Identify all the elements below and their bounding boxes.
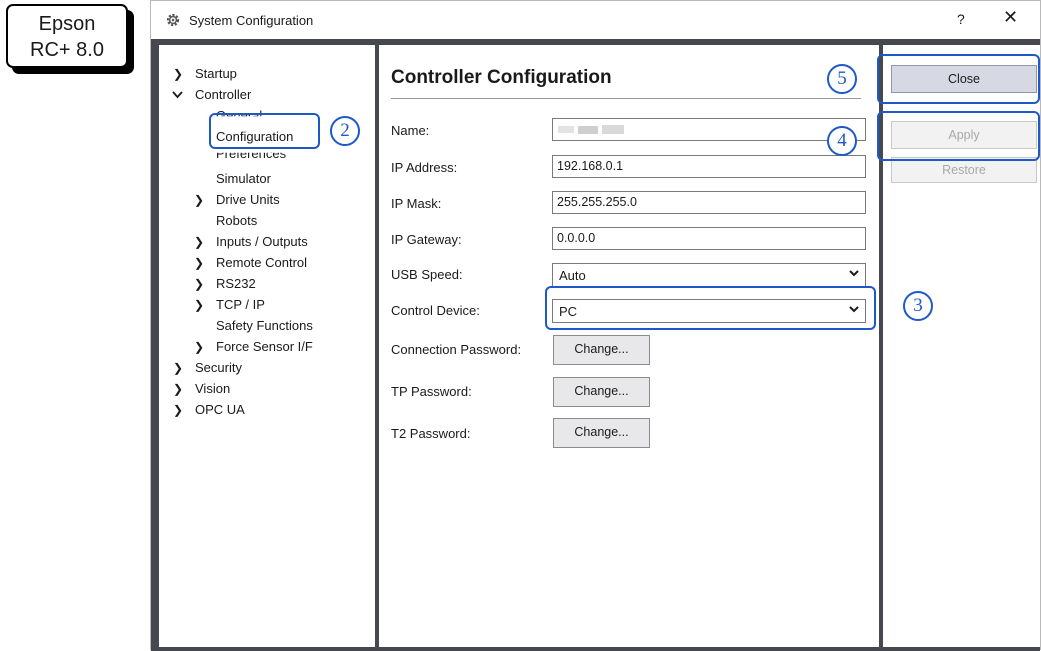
callout-highlight-control-device	[545, 286, 876, 330]
gear-icon	[166, 13, 180, 27]
tree-item-force-sensor[interactable]: Force Sensor I/F	[216, 339, 313, 354]
ip-address-label: IP Address:	[391, 160, 458, 175]
ip-gateway-field[interactable]: 0.0.0.0	[552, 227, 866, 250]
tp-password-label: TP Password:	[391, 384, 472, 399]
control-device-label: Control Device:	[391, 303, 480, 318]
chevron-down-icon[interactable]	[172, 91, 183, 99]
tree-item-vision[interactable]: Vision	[195, 381, 230, 396]
window-title: System Configuration	[189, 13, 314, 28]
callout-highlight-close	[877, 54, 1040, 104]
tree-item-controller[interactable]: Controller	[195, 87, 251, 102]
change-connection-password-button[interactable]: Change...	[553, 335, 650, 365]
tree-item-remote-control[interactable]: Remote Control	[216, 255, 307, 270]
tree-item-rs232[interactable]: RS232	[216, 276, 256, 291]
tree-item-safety-functions[interactable]: Safety Functions	[216, 318, 313, 333]
tree-item-startup[interactable]: Startup	[195, 66, 237, 81]
heading-divider	[391, 98, 861, 99]
chevron-right-icon[interactable]: ❯	[194, 235, 204, 249]
connection-password-label: Connection Password:	[391, 342, 522, 357]
tree-item-robots[interactable]: Robots	[216, 213, 257, 228]
callout-number-3: 3	[903, 291, 933, 321]
usb-speed-label: USB Speed:	[391, 267, 463, 282]
title-bar: System Configuration ? ✕	[151, 1, 1040, 39]
badge-line-2: RC+ 8.0	[30, 39, 104, 61]
controller-configuration-panel: Controller Configuration Name: IP Addres…	[379, 45, 879, 647]
usb-speed-select[interactable]: Auto	[552, 263, 866, 287]
chevron-right-icon[interactable]: ❯	[194, 256, 204, 270]
chevron-down-icon	[849, 270, 859, 277]
tree-item-simulator[interactable]: Simulator	[216, 171, 271, 186]
callout-highlight-configuration	[209, 113, 320, 149]
callout-number-5: 5	[827, 64, 857, 94]
callout-highlight-apply	[877, 111, 1040, 161]
blurred-name-value	[558, 126, 574, 133]
tree-item-inputs-outputs[interactable]: Inputs / Outputs	[216, 234, 308, 249]
chevron-right-icon[interactable]: ❯	[173, 403, 183, 417]
chevron-right-icon[interactable]: ❯	[194, 193, 204, 207]
change-t2-password-button[interactable]: Change...	[553, 418, 650, 448]
page-title: Controller Configuration	[391, 67, 612, 88]
ip-mask-label: IP Mask:	[391, 196, 442, 211]
change-tp-password-button[interactable]: Change...	[553, 377, 650, 407]
name-field[interactable]	[552, 118, 866, 141]
ip-gateway-label: IP Gateway:	[391, 232, 462, 247]
chevron-right-icon[interactable]: ❯	[173, 67, 183, 81]
name-label: Name:	[391, 123, 430, 138]
chevron-right-icon[interactable]: ❯	[173, 382, 183, 396]
ip-address-field[interactable]: 192.168.0.1	[552, 155, 866, 178]
usb-speed-value: Auto	[559, 268, 586, 283]
ip-mask-field[interactable]: 255.255.255.0	[552, 191, 866, 214]
blurred-name-value-part	[578, 126, 598, 134]
tree-item-security[interactable]: Security	[195, 360, 242, 375]
tree-item-tcp-ip[interactable]: TCP / IP	[216, 297, 265, 312]
badge-line-1: Epson	[38, 13, 96, 35]
tree-item-drive-units[interactable]: Drive Units	[216, 192, 280, 207]
epson-version-badge: Epson RC+ 8.0	[6, 4, 128, 68]
tree-item-opc-ua[interactable]: OPC UA	[195, 402, 245, 417]
callout-number-2: 2	[330, 116, 360, 146]
chevron-right-icon[interactable]: ❯	[194, 298, 204, 312]
callout-number-4: 4	[827, 126, 857, 156]
chevron-right-icon[interactable]: ❯	[194, 340, 204, 354]
blurred-name-value-part	[602, 125, 624, 134]
chevron-right-icon[interactable]: ❯	[173, 361, 183, 375]
help-button[interactable]: ?	[957, 11, 965, 27]
chevron-right-icon[interactable]: ❯	[194, 277, 204, 291]
window-close-button[interactable]: ✕	[1003, 7, 1018, 28]
t2-password-label: T2 Password:	[391, 426, 471, 441]
